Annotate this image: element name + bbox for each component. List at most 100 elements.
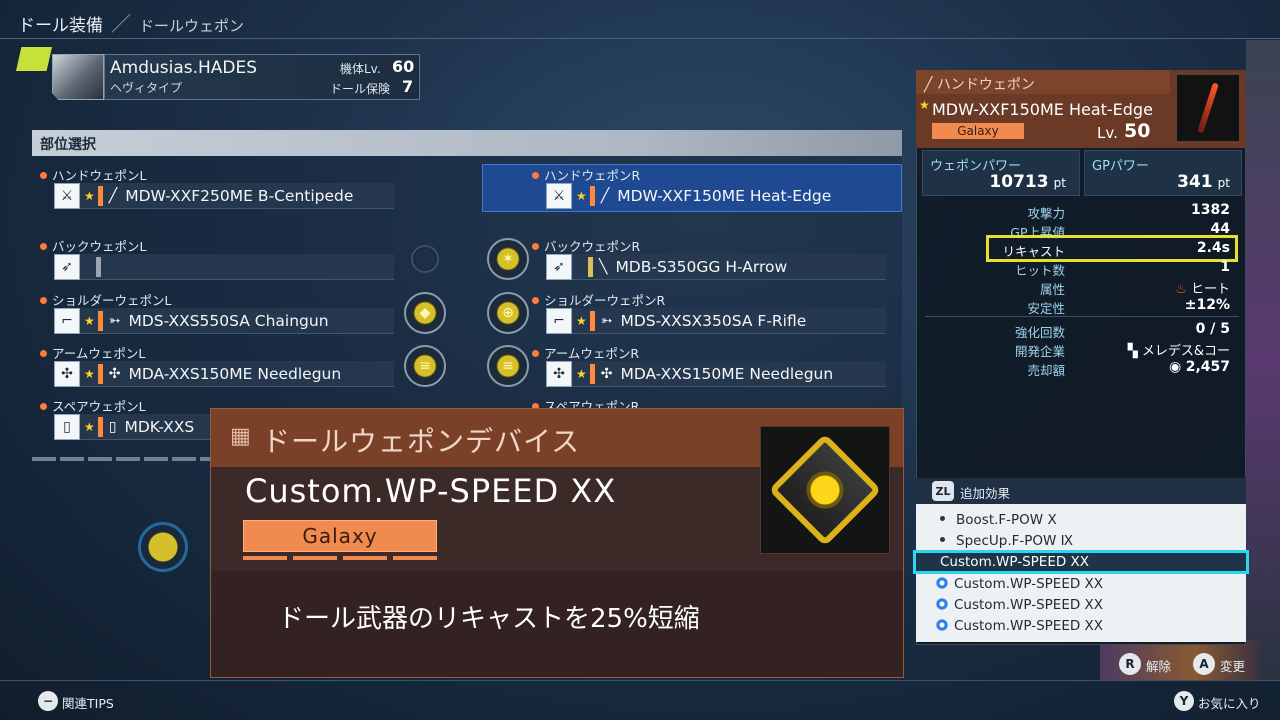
unit: pt — [1217, 176, 1230, 190]
breadcrumb: ドール装備 ／ ドールウェポン — [18, 8, 244, 37]
extra-effect-item[interactable]: Custom.WP-SPEED ⅩⅩ — [936, 576, 1104, 592]
stat-value-attack: 1382 — [1191, 202, 1230, 218]
extra-effect-item[interactable]: Custom.WP-SPEED ⅩⅩ — [936, 618, 1103, 634]
robot-level-label: 機体Lv. — [340, 62, 381, 76]
slot-shoulder-r[interactable]: ⌐ ★ ➳ MDS-XXSX350SA F-Rifle — [546, 307, 886, 334]
gp-power-value: 341 — [1177, 172, 1213, 192]
stat-value-company: ▚ メレデス&コー — [1100, 340, 1230, 359]
rarity-bar — [97, 185, 103, 206]
y-button-icon[interactable]: Y — [1174, 691, 1194, 711]
rarity-bar — [96, 256, 101, 277]
star-icon: ★ — [576, 366, 587, 381]
device-name: Custom.WP-SPEED ⅩⅩ — [245, 472, 617, 510]
stat-label-company: 開発企業 — [1014, 344, 1065, 359]
release-hint: 解除 — [1146, 659, 1172, 674]
stat-label-stability: 安定性 — [1027, 301, 1065, 316]
device-dot-icon — [936, 619, 948, 631]
change-hint: 変更 — [1220, 659, 1246, 674]
insurance-value: 7 — [402, 77, 414, 96]
spare-icon: ▯ — [108, 418, 117, 435]
weapon-name: MDS-XXS550SA Chaingun — [128, 311, 329, 330]
extra-effect-item[interactable]: Custom.WP-SPEED ⅩⅩ — [936, 597, 1103, 613]
bullet-icon — [940, 516, 945, 521]
weapon-name: MDA-XXS150ME Needlegun — [620, 364, 834, 383]
stat-value-sell: ◉ 2,457 — [1130, 359, 1230, 375]
star-icon: ★ — [919, 98, 930, 112]
weapon-name: MDB-S350GG H-Arrow — [615, 257, 788, 276]
slot-hand-r[interactable]: ⚔ ★ ╱ MDW-XXF150ME Heat-Edge — [546, 183, 900, 209]
a-button-icon[interactable]: A — [1193, 653, 1215, 675]
weapon-level-label: Lv. — [1097, 124, 1118, 142]
weapon-name: MDW-XXF250ME B-Centipede — [125, 186, 354, 205]
slot-label-back-l: バックウェポンL — [40, 236, 146, 255]
extra-effect-label: SpecUp.F-POW Ⅸ — [956, 533, 1074, 549]
parts-header — [32, 130, 902, 156]
stat-value-element: ♨ ヒート — [1130, 278, 1230, 297]
device-slot-shoulder-r[interactable]: ⊕ — [487, 292, 529, 334]
robot-level-value: 60 — [392, 57, 415, 76]
star-icon: ★ — [84, 419, 95, 434]
slot-label-shoulder-r: ショルダーウェポンR — [532, 290, 665, 309]
extra-effect-item[interactable]: SpecUp.F-POW Ⅸ — [940, 533, 1073, 549]
extra-effect-item-selected[interactable]: Custom.WP-SPEED ⅩⅩ — [940, 554, 1089, 570]
zl-button[interactable]: ZL — [932, 481, 954, 501]
weapon-power-value: 10713 — [989, 172, 1049, 192]
arrow-icon: ╲ — [599, 258, 608, 275]
device-slot-bottom[interactable] — [138, 522, 188, 572]
arm-weapon-icon: ✣ — [546, 360, 572, 387]
device-slot-shoulder-l[interactable]: ◆ — [404, 292, 446, 334]
device-slot-arm-r[interactable]: ≡ — [487, 345, 529, 387]
sell-price: 2,457 — [1185, 359, 1230, 375]
robot-name: Amdusias.HADES — [110, 58, 258, 78]
minus-button-icon[interactable]: − — [38, 691, 58, 711]
sword-icon: ╱ — [600, 188, 610, 204]
gun-icon: ⌐ — [546, 307, 572, 334]
sword-icon: ╱ — [924, 77, 937, 93]
element-name: ヒート — [1190, 282, 1230, 297]
slot-label-shoulder-l: ショルダーウェポンL — [40, 290, 171, 309]
slot-arm-r[interactable]: ✣ ★ ✣ MDA-XXS150ME Needlegun — [546, 360, 886, 387]
slot-label-back-r: バックウェポンR — [532, 236, 640, 255]
breadcrumb-sub: ドールウェポン — [139, 17, 245, 35]
slot-label-arm-l: アームウェポンL — [40, 343, 145, 362]
company-logo-icon: ▚ — [1127, 344, 1142, 359]
star-icon: ★ — [84, 366, 95, 381]
slot-shoulder-l[interactable]: ⌐ ★ ➳ MDS-XXS550SA Chaingun — [54, 307, 394, 334]
robot-type: ヘヴィタイプ — [110, 81, 183, 95]
stat-value-hits: 1 — [1220, 259, 1230, 275]
device-category-icon: ▦ — [230, 424, 251, 449]
back-weapon-icon: ➶ — [54, 253, 80, 280]
breadcrumb-separator: ／ — [111, 12, 131, 36]
device-slot-arm-l[interactable]: ≡ — [404, 345, 446, 387]
rarity-bar — [97, 416, 103, 437]
extra-effect-item[interactable]: Boost.F-POW Ⅹ — [940, 512, 1057, 528]
robot-thumbnail — [52, 54, 104, 100]
extra-effect-label: Boost.F-POW Ⅹ — [956, 512, 1057, 528]
robot-badge-icon — [16, 47, 52, 71]
needle-icon: ✣ — [600, 365, 613, 382]
slot-arm-l[interactable]: ✣ ★ ✣ MDA-XXS150ME Needlegun — [54, 360, 394, 387]
rarity-bar — [589, 310, 595, 331]
slot-hand-l[interactable]: ⚔ ★ ╱ MDW-XXF250ME B-Centipede — [54, 182, 394, 209]
slot-back-l[interactable]: ➶ — [54, 253, 394, 280]
stat-label-upgrades: 強化回数 — [1014, 325, 1065, 340]
company-name: メレデス&コー — [1141, 344, 1230, 359]
stat-label-hits: ヒット数 — [1014, 263, 1065, 278]
stat-label-sell: 売却額 — [1027, 363, 1065, 378]
favorite-hint[interactable]: お気に入り — [1198, 693, 1261, 712]
gun-icon: ➳ — [600, 312, 613, 329]
weapon-rarity: Galaxy — [932, 123, 1024, 139]
r-button-icon[interactable]: R — [1119, 653, 1141, 675]
extra-effect-label: Custom.WP-SPEED ⅩⅩ — [954, 576, 1104, 592]
stat-label-element: 属性 — [1039, 282, 1065, 297]
device-slot-back-r[interactable]: ✶ — [487, 238, 529, 280]
device-dot-icon — [936, 598, 948, 610]
weapon-name: MDS-XXSX350SA F-Rifle — [620, 311, 807, 330]
slot-back-r[interactable]: ➶ ╲ MDB-S350GG H-Arrow — [546, 253, 886, 280]
hand-weapon-icon: ⚔ — [54, 182, 80, 209]
device-slot-empty[interactable] — [411, 245, 439, 273]
gun-icon: ➳ — [108, 312, 121, 329]
device-category: ドールウェポンデバイス — [262, 425, 581, 458]
arm-weapon-icon: ✣ — [54, 360, 80, 387]
tips-hint[interactable]: 関連TIPS — [62, 693, 114, 712]
